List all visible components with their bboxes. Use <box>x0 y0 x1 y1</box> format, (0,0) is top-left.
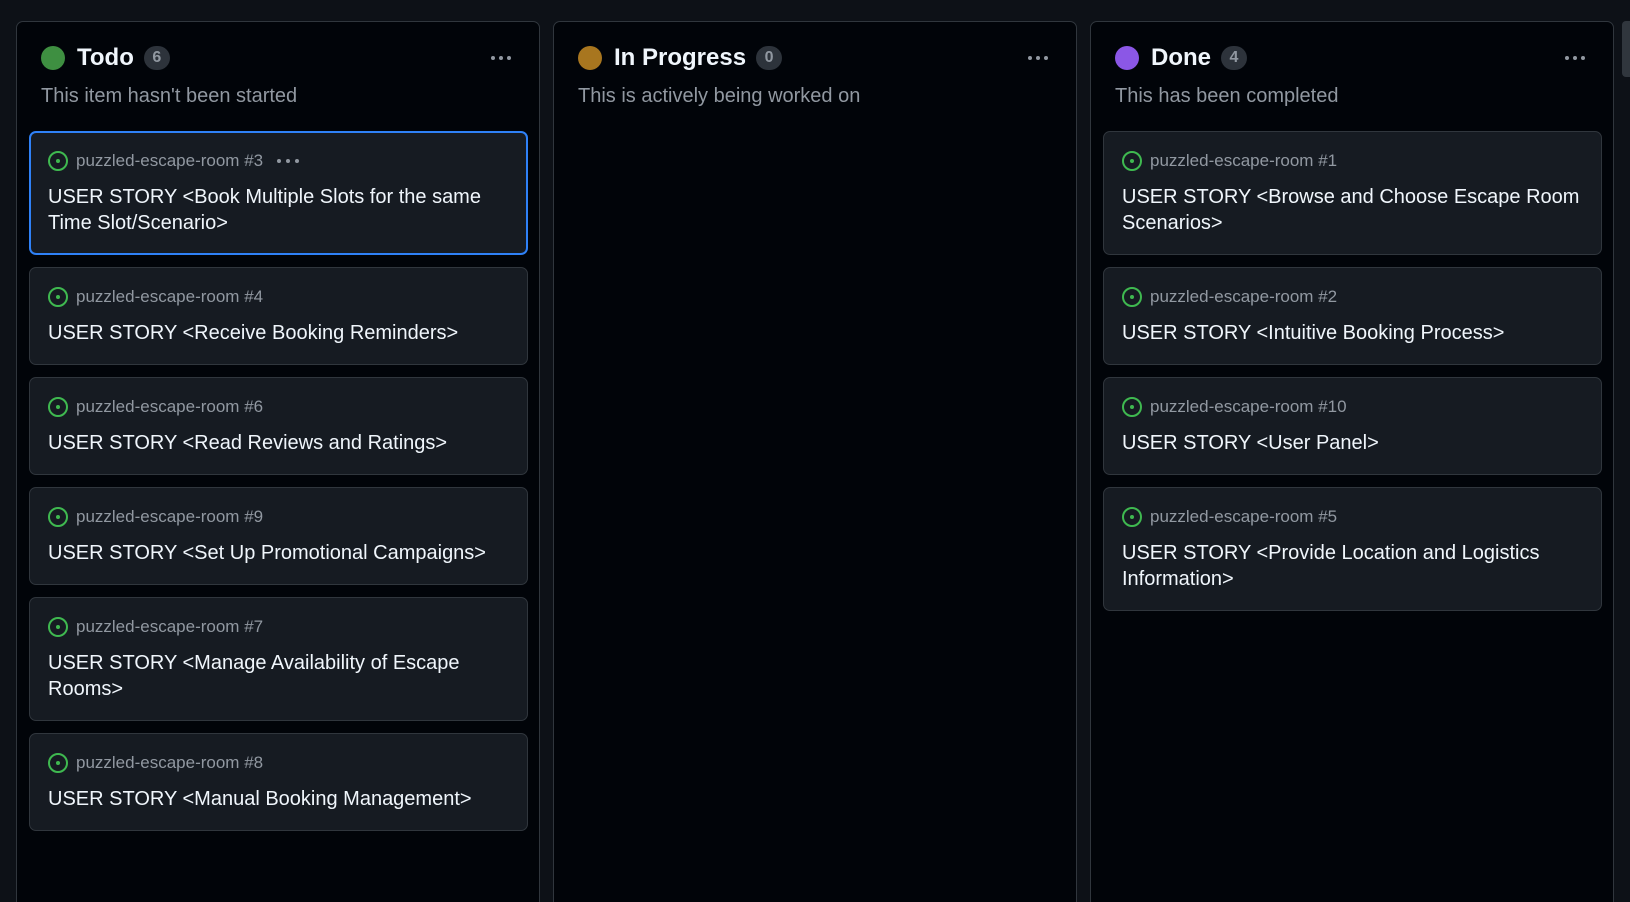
issue-card[interactable]: puzzled-escape-room #6 USER STORY <Read … <box>29 377 528 475</box>
status-dot-icon <box>41 46 65 70</box>
card-repo[interactable]: puzzled-escape-room #8 <box>76 753 263 773</box>
column-menu-icon[interactable] <box>1557 44 1593 72</box>
card-repo[interactable]: puzzled-escape-room #3 <box>76 151 263 171</box>
card-meta: puzzled-escape-room #3 <box>48 148 509 174</box>
issue-open-icon <box>48 151 68 171</box>
card-title[interactable]: USER STORY <Read Reviews and Ratings> <box>48 430 509 456</box>
status-dot-icon <box>1115 46 1139 70</box>
card-repo[interactable]: puzzled-escape-room #5 <box>1150 507 1337 527</box>
column-done: Done 4 This has been completed puzzled-es… <box>1090 21 1614 902</box>
issue-card[interactable]: puzzled-escape-room #1 USER STORY <Brows… <box>1103 131 1602 255</box>
column-todo: Todo 6 This item hasn't been started puzz… <box>16 21 540 902</box>
issue-card[interactable]: puzzled-escape-room #5 USER STORY <Provi… <box>1103 487 1602 611</box>
card-title[interactable]: USER STORY <Manual Booking Management> <box>48 786 509 812</box>
card-title[interactable]: USER STORY <Intuitive Booking Process> <box>1122 320 1583 346</box>
column-title-text: Done <box>1151 44 1211 71</box>
issue-open-icon <box>1122 397 1142 417</box>
card-title[interactable]: USER STORY <Provide Location and Logisti… <box>1122 540 1583 592</box>
column-header: Done 4 This has been completed <box>1091 22 1613 122</box>
issue-card[interactable]: puzzled-escape-room #9 USER STORY <Set U… <box>29 487 528 585</box>
card-title[interactable]: USER STORY <Book Multiple Slots for the … <box>48 184 509 236</box>
card-repo[interactable]: puzzled-escape-room #6 <box>76 397 263 417</box>
column-title-text: In Progress <box>614 44 747 71</box>
column-count-badge: 0 <box>756 46 783 70</box>
issue-open-icon <box>1122 507 1142 527</box>
column-title: In Progress 0 <box>614 42 783 74</box>
column-count-badge: 6 <box>143 46 170 70</box>
column-menu-icon[interactable] <box>1020 44 1056 72</box>
project-board: Todo 6 This item hasn't been started puzz… <box>0 0 1630 902</box>
issue-open-icon <box>48 507 68 527</box>
card-menu-icon[interactable] <box>277 151 300 171</box>
column-title: Todo 6 <box>77 42 170 74</box>
card-meta: puzzled-escape-room #9 <box>48 504 509 530</box>
column-description: This has been completed <box>1115 85 1339 107</box>
column-title-text: Todo <box>77 44 134 71</box>
card-title[interactable]: USER STORY <Manage Availability of Escap… <box>48 650 509 702</box>
card-list: puzzled-escape-room #3 USER STORY <Book … <box>29 131 528 843</box>
issue-card[interactable]: puzzled-escape-room #10 USER STORY <User… <box>1103 377 1602 475</box>
issue-card[interactable]: puzzled-escape-room #7 USER STORY <Manag… <box>29 597 528 721</box>
column-menu-icon[interactable] <box>483 44 519 72</box>
card-title[interactable]: USER STORY <Set Up Promotional Campaigns… <box>48 540 509 566</box>
next-column-edge <box>1622 21 1630 77</box>
column-description: This item hasn't been started <box>41 85 298 107</box>
issue-open-icon <box>48 617 68 637</box>
issue-open-icon <box>48 753 68 773</box>
issue-card[interactable]: puzzled-escape-room #8 USER STORY <Manua… <box>29 733 528 831</box>
card-meta: puzzled-escape-room #4 <box>48 284 509 310</box>
issue-open-icon <box>48 287 68 307</box>
card-meta: puzzled-escape-room #1 <box>1122 148 1583 174</box>
card-meta: puzzled-escape-room #5 <box>1122 504 1583 530</box>
card-repo[interactable]: puzzled-escape-room #7 <box>76 617 263 637</box>
card-meta: puzzled-escape-room #2 <box>1122 284 1583 310</box>
card-repo[interactable]: puzzled-escape-room #2 <box>1150 287 1337 307</box>
column-header: In Progress 0 This is actively being work… <box>554 22 1076 122</box>
card-title[interactable]: USER STORY <Receive Booking Reminders> <box>48 320 509 346</box>
card-repo[interactable]: puzzled-escape-room #9 <box>76 507 263 527</box>
card-repo[interactable]: puzzled-escape-room #1 <box>1150 151 1337 171</box>
card-repo[interactable]: puzzled-escape-room #4 <box>76 287 263 307</box>
card-meta: puzzled-escape-room #7 <box>48 614 509 640</box>
column-description: This is actively being worked on <box>578 85 861 107</box>
status-dot-icon <box>578 46 602 70</box>
card-title[interactable]: USER STORY <Browse and Choose Escape Roo… <box>1122 184 1583 236</box>
card-meta: puzzled-escape-room #6 <box>48 394 509 420</box>
issue-open-icon <box>1122 287 1142 307</box>
column-count-badge: 4 <box>1221 46 1247 70</box>
card-meta: puzzled-escape-room #10 <box>1122 394 1583 420</box>
issue-card[interactable]: puzzled-escape-room #2 USER STORY <Intui… <box>1103 267 1602 365</box>
card-list: puzzled-escape-room #1 USER STORY <Brows… <box>1103 131 1602 623</box>
column-header: Todo 6 This item hasn't been started <box>17 22 539 122</box>
issue-card[interactable]: puzzled-escape-room #3 USER STORY <Book … <box>29 131 528 255</box>
issue-card[interactable]: puzzled-escape-room #4 USER STORY <Recei… <box>29 267 528 365</box>
column-title: Done 4 <box>1151 42 1247 74</box>
issue-open-icon <box>48 397 68 417</box>
column-in-progress: In Progress 0 This is actively being work… <box>553 21 1077 902</box>
card-meta: puzzled-escape-room #8 <box>48 750 509 776</box>
card-repo[interactable]: puzzled-escape-room #10 <box>1150 397 1347 417</box>
card-title[interactable]: USER STORY <User Panel> <box>1122 430 1583 456</box>
issue-open-icon <box>1122 151 1142 171</box>
